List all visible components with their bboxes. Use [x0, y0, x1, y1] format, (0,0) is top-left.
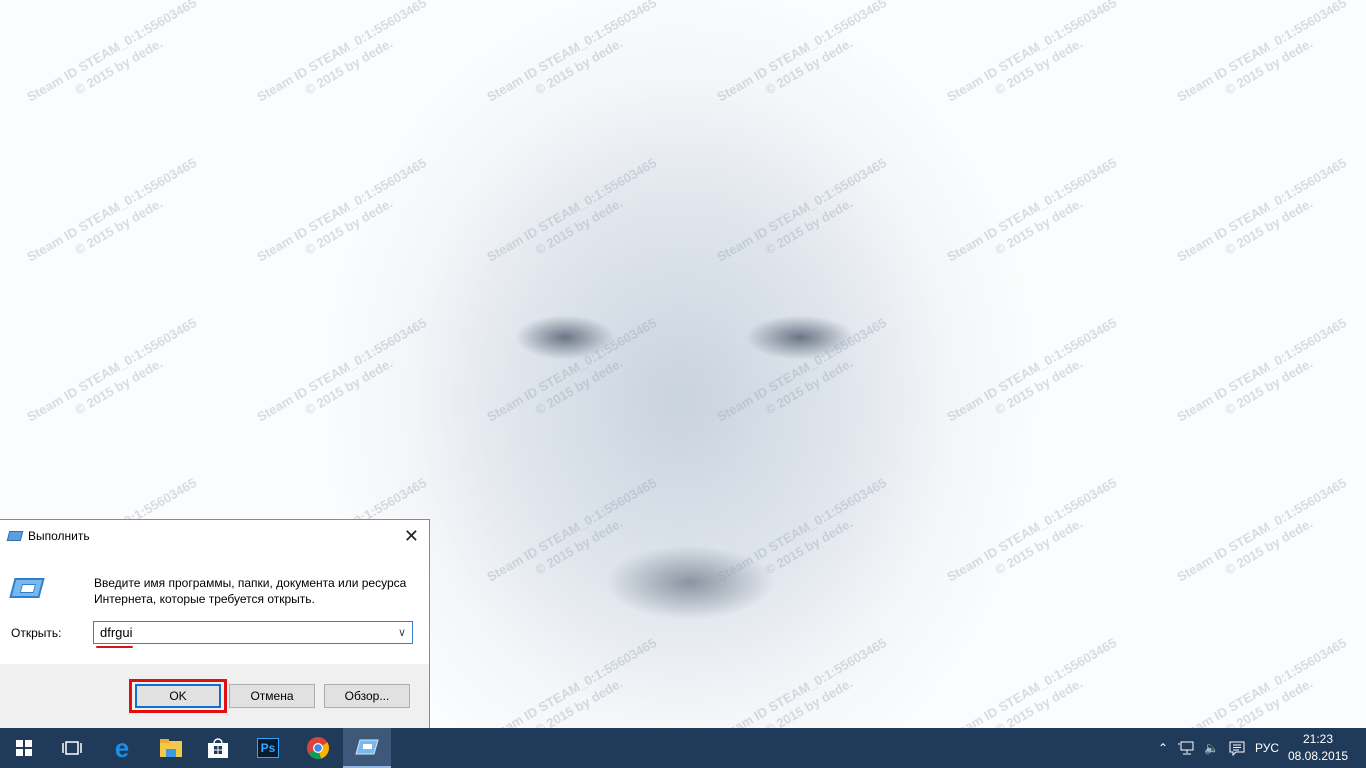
- watermark: Steam ID STEAM_0:1:55603465© 2015 by ded…: [484, 155, 660, 265]
- show-hidden-icons-chevron-up-icon[interactable]: ⌃: [1158, 741, 1168, 755]
- run-taskbar-button[interactable]: [343, 728, 391, 768]
- start-button[interactable]: [0, 728, 48, 768]
- windows-icon: [16, 740, 32, 756]
- description-line-1: Введите имя программы, папки, документа …: [94, 576, 407, 590]
- watermark: Steam ID STEAM_0:1:55603465© 2015 by ded…: [714, 0, 890, 105]
- photoshop-icon: Ps: [256, 738, 280, 758]
- watermark: Steam ID STEAM_0:1:55603465© 2015 by ded…: [254, 0, 430, 105]
- open-combobox[interactable]: dfrgui ∨: [93, 621, 413, 644]
- run-large-icon: [9, 578, 45, 598]
- volume-icon[interactable]: 🔈: [1204, 741, 1219, 755]
- network-icon[interactable]: [1178, 741, 1194, 755]
- run-icon: [6, 531, 24, 541]
- watermark: Steam ID STEAM_0:1:55603465© 2015 by ded…: [714, 155, 890, 265]
- watermark: Steam ID STEAM_0:1:55603465© 2015 by ded…: [1174, 315, 1350, 425]
- description: Введите имя программы, папки, документа …: [94, 575, 406, 607]
- browse-button[interactable]: Обзор...: [324, 684, 410, 708]
- open-input[interactable]: dfrgui: [100, 625, 133, 640]
- language-indicator[interactable]: РУС: [1255, 741, 1279, 755]
- watermark: Steam ID STEAM_0:1:55603465© 2015 by ded…: [24, 0, 200, 105]
- taskbar: e Ps ⌃ 🔈 РУС 21:23 08.08.2015: [0, 728, 1366, 768]
- edge-button[interactable]: e: [98, 728, 146, 768]
- task-view-button[interactable]: [48, 728, 96, 768]
- description-line-2: Интернета, которые требуется открыть.: [94, 592, 315, 606]
- wallpaper-eye-right: [745, 315, 855, 360]
- watermark: Steam ID STEAM_0:1:55603465© 2015 by ded…: [254, 315, 430, 425]
- watermark: Steam ID STEAM_0:1:55603465© 2015 by ded…: [24, 315, 200, 425]
- ok-button[interactable]: OK: [135, 684, 221, 708]
- clock-date: 08.08.2015: [1288, 749, 1349, 763]
- store-button[interactable]: [194, 728, 242, 768]
- store-icon: [208, 738, 228, 758]
- watermark: Steam ID STEAM_0:1:55603465© 2015 by ded…: [1174, 0, 1350, 105]
- folder-icon: [160, 739, 182, 757]
- wallpaper-lips: [605, 545, 775, 620]
- watermark: Steam ID STEAM_0:1:55603465© 2015 by ded…: [944, 315, 1120, 425]
- chrome-icon: [307, 737, 329, 759]
- edge-icon: e: [114, 732, 130, 763]
- watermark: Steam ID STEAM_0:1:55603465© 2015 by ded…: [944, 155, 1120, 265]
- open-label: Открыть:: [11, 626, 62, 640]
- run-icon: [355, 739, 379, 755]
- close-icon[interactable]: ✕: [404, 526, 419, 547]
- chevron-down-icon[interactable]: ∨: [398, 626, 406, 639]
- cancel-button[interactable]: Отмена: [229, 684, 315, 708]
- watermark: Steam ID STEAM_0:1:55603465© 2015 by ded…: [1174, 475, 1350, 585]
- watermark: Steam ID STEAM_0:1:55603465© 2015 by ded…: [484, 0, 660, 105]
- clock-time: 21:23: [1302, 732, 1334, 746]
- system-tray: ⌃ 🔈 РУС: [1158, 728, 1279, 768]
- watermark: Steam ID STEAM_0:1:55603465© 2015 by ded…: [1174, 155, 1350, 265]
- watermark: Steam ID STEAM_0:1:55603465© 2015 by ded…: [24, 155, 200, 265]
- watermark: Steam ID STEAM_0:1:55603465© 2015 by ded…: [944, 475, 1120, 585]
- run-dialog: Выполнить ✕ Введите имя программы, папки…: [0, 519, 430, 728]
- red-underline-annotation: [96, 646, 133, 648]
- watermark: Steam ID STEAM_0:1:55603465© 2015 by ded…: [944, 0, 1120, 105]
- chrome-button[interactable]: [294, 728, 342, 768]
- file-explorer-button[interactable]: [147, 728, 195, 768]
- dialog-footer: OK Отмена Обзор...: [0, 664, 429, 728]
- watermark: Steam ID STEAM_0:1:55603465© 2015 by ded…: [254, 155, 430, 265]
- wallpaper-eye-left: [515, 315, 615, 360]
- photoshop-button[interactable]: Ps: [244, 728, 292, 768]
- action-center-icon[interactable]: [1229, 741, 1245, 756]
- clock[interactable]: 21:23 08.08.2015: [1288, 731, 1348, 765]
- task-view-icon: [62, 741, 82, 755]
- dialog-title: Выполнить: [28, 529, 90, 543]
- title-bar[interactable]: Выполнить: [0, 520, 429, 552]
